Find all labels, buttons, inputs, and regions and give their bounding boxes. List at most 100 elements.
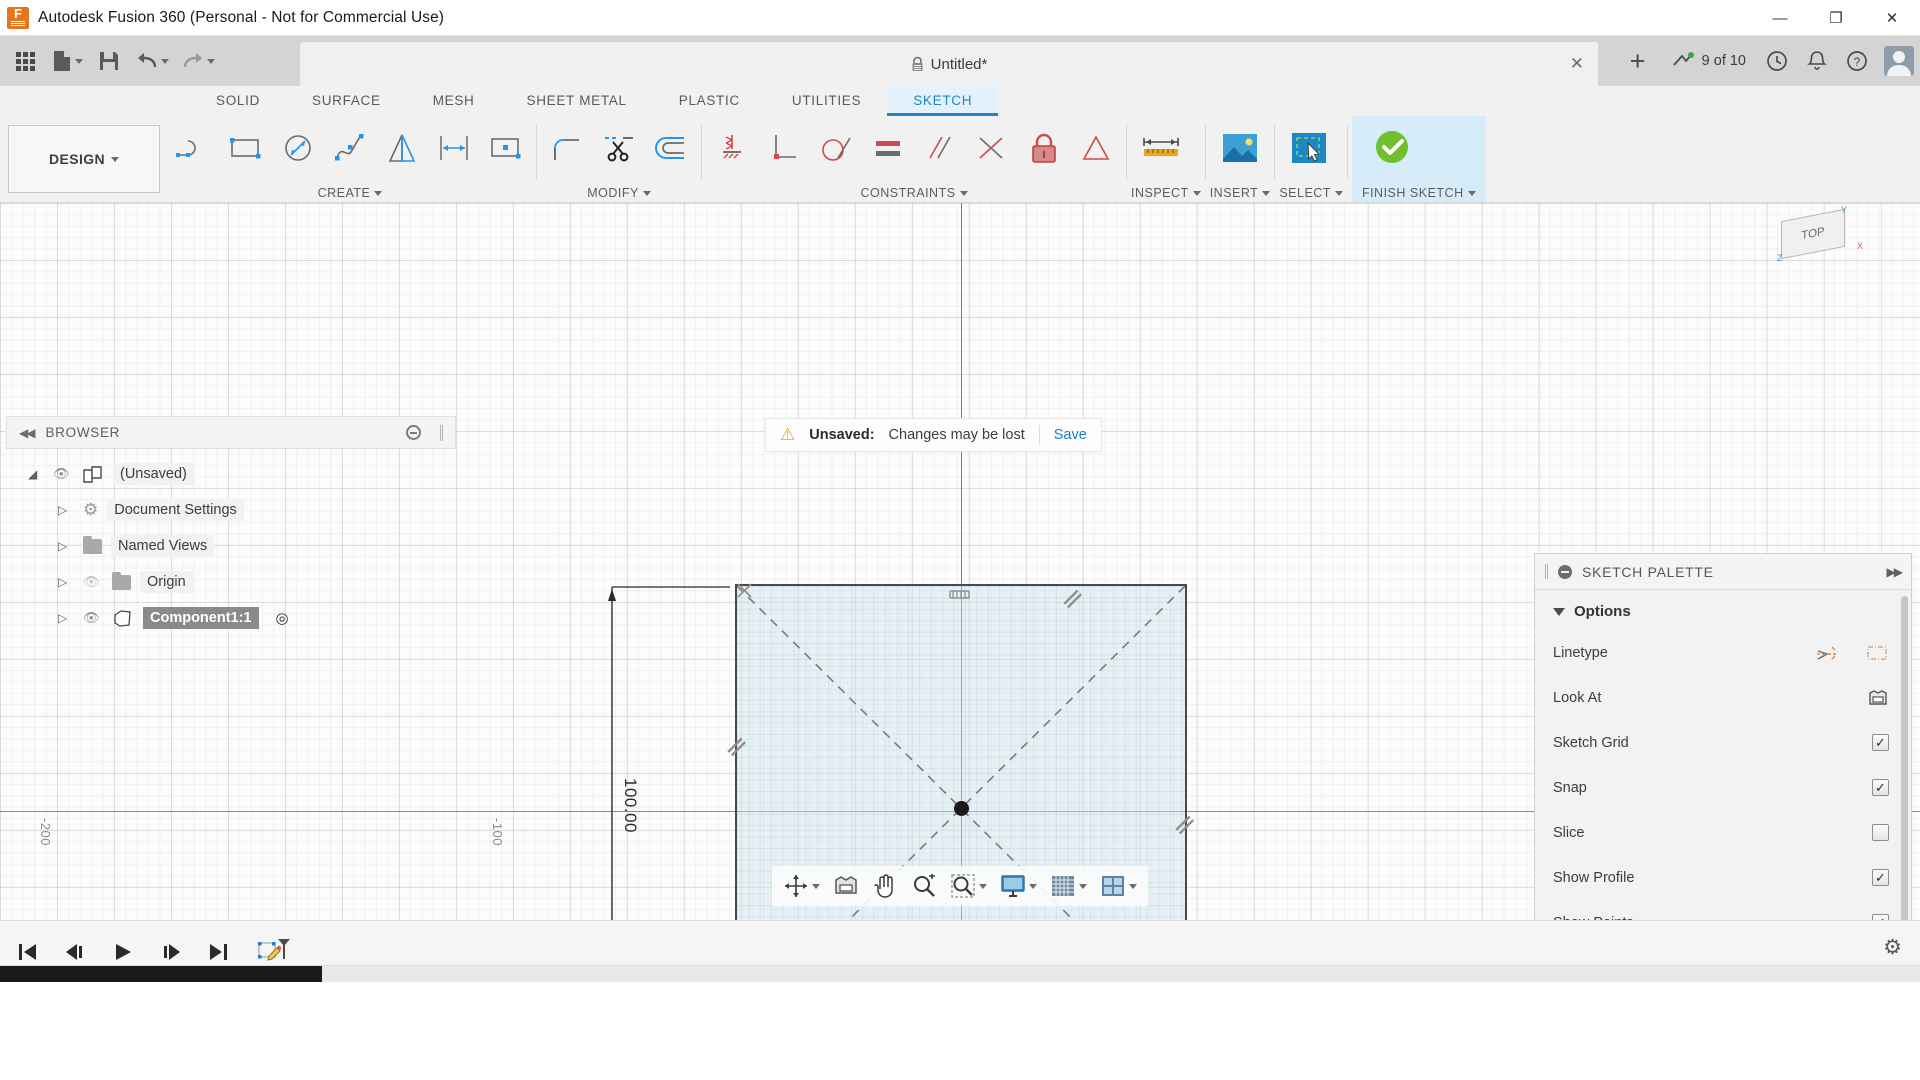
chevron-down-icon[interactable] bbox=[1468, 191, 1476, 196]
new-document-button[interactable] bbox=[46, 41, 88, 81]
expand-arrow-icon[interactable]: ▷ bbox=[58, 539, 74, 553]
select-window-icon[interactable] bbox=[1279, 120, 1339, 176]
tab-sketch[interactable]: SKETCH bbox=[887, 86, 998, 116]
chevron-down-icon[interactable] bbox=[643, 191, 651, 196]
checkbox-show-profile[interactable]: ✓ bbox=[1872, 869, 1889, 886]
option-sketch-grid[interactable]: Sketch Grid ✓ bbox=[1535, 720, 1911, 765]
timeline-step-back-button[interactable] bbox=[62, 939, 88, 965]
timeline-go-to-end-button[interactable] bbox=[206, 939, 232, 965]
eye-hidden-icon[interactable]: 👁 bbox=[83, 574, 103, 590]
tree-row-named-views[interactable]: ▷ Named Views bbox=[6, 528, 456, 564]
option-slice[interactable]: Slice bbox=[1535, 810, 1911, 855]
collapse-left-icon[interactable]: ◀◀ bbox=[19, 426, 33, 440]
timeline-scroll-thumb[interactable] bbox=[0, 966, 322, 982]
document-tab-close-button[interactable]: ✕ bbox=[1570, 54, 1584, 74]
checkbox-slice[interactable] bbox=[1872, 824, 1889, 841]
redo-button[interactable] bbox=[176, 41, 220, 81]
help-button[interactable]: ? bbox=[1838, 41, 1876, 81]
expand-right-icon[interactable]: ▶▶ bbox=[1887, 565, 1901, 579]
palette-drag-handle[interactable] bbox=[1545, 564, 1548, 579]
save-link[interactable]: Save bbox=[1054, 427, 1087, 443]
panel-minimize-icon[interactable] bbox=[406, 425, 421, 440]
look-at-icon[interactable] bbox=[1867, 688, 1889, 708]
option-show-points[interactable]: Show Points ✓ bbox=[1535, 900, 1911, 920]
measure-tool-icon[interactable] bbox=[1131, 120, 1191, 176]
orbit-button[interactable] bbox=[778, 869, 825, 903]
timeline-scroll-strip[interactable] bbox=[0, 965, 1920, 982]
option-snap[interactable]: Snap ✓ bbox=[1535, 765, 1911, 810]
centerline-icon[interactable] bbox=[1865, 643, 1889, 663]
palette-scrollbar[interactable] bbox=[1901, 596, 1908, 920]
save-button[interactable] bbox=[90, 41, 128, 81]
expand-arrow-icon[interactable]: ▷ bbox=[58, 611, 74, 625]
expand-arrow-icon[interactable]: ▷ bbox=[58, 503, 74, 517]
tree-row-document-settings[interactable]: ▷ ⚙ Document Settings bbox=[6, 492, 456, 528]
chevron-down-icon[interactable] bbox=[1262, 191, 1270, 196]
finish-sketch-check-icon[interactable] bbox=[1362, 120, 1422, 176]
eye-visible-icon[interactable]: 👁 bbox=[83, 610, 103, 626]
look-at-button[interactable] bbox=[828, 869, 864, 903]
rectangle-tool-icon[interactable] bbox=[220, 120, 272, 176]
tree-row-unsaved[interactable]: ◢ 👁 (Unsaved) bbox=[6, 456, 456, 492]
view-cube[interactable]: TOP Y X Z bbox=[1781, 215, 1855, 265]
perpendicular-constraint-icon[interactable] bbox=[758, 120, 810, 176]
spline-tool-icon[interactable] bbox=[324, 120, 376, 176]
minimize-button[interactable]: — bbox=[1752, 0, 1808, 36]
user-avatar-icon[interactable] bbox=[1884, 46, 1914, 76]
canvas-viewport[interactable]: -200 -100 100.00 100.00 TO bbox=[0, 203, 1920, 920]
circle-tool-icon[interactable] bbox=[272, 120, 324, 176]
height-dimension-label[interactable]: 100.00 bbox=[620, 778, 640, 833]
dimension-tool-icon[interactable] bbox=[428, 120, 480, 176]
insert-image-icon[interactable] bbox=[1210, 120, 1270, 176]
tab-surface[interactable]: SURFACE bbox=[286, 86, 407, 116]
line-tool-icon[interactable] bbox=[168, 120, 220, 176]
chevron-down-icon[interactable] bbox=[1193, 191, 1201, 196]
zoom-button[interactable] bbox=[906, 869, 942, 903]
horizontal-vertical-constraint-icon[interactable] bbox=[706, 120, 758, 176]
notifications-button[interactable] bbox=[1798, 41, 1836, 81]
timeline-go-to-beginning-button[interactable] bbox=[14, 939, 40, 965]
apps-grid-button[interactable] bbox=[6, 41, 44, 81]
job-status-button[interactable]: 9 of 10 bbox=[1662, 41, 1756, 81]
construction-line-icon[interactable] bbox=[1815, 643, 1839, 663]
document-tab[interactable]: Untitled* ✕ bbox=[300, 42, 1598, 86]
tab-mesh[interactable]: MESH bbox=[407, 86, 501, 116]
maximize-button[interactable]: ❐ bbox=[1808, 0, 1864, 36]
checkbox-sketch-grid[interactable]: ✓ bbox=[1872, 734, 1889, 751]
timeline-play-button[interactable] bbox=[110, 939, 136, 965]
settings-gear-icon[interactable]: ⚙ bbox=[1883, 935, 1902, 960]
zoom-window-button[interactable] bbox=[945, 869, 992, 903]
chevron-down-icon[interactable] bbox=[1335, 191, 1343, 196]
browser-resize-handle[interactable] bbox=[440, 425, 443, 441]
origin-point[interactable] bbox=[954, 801, 969, 816]
expand-arrow-icon[interactable]: ▷ bbox=[58, 575, 74, 589]
option-show-profile[interactable]: Show Profile ✓ bbox=[1535, 855, 1911, 900]
tree-row-origin[interactable]: ▷ 👁 Origin bbox=[6, 564, 456, 600]
timeline-sketch-feature[interactable] bbox=[254, 939, 294, 965]
grid-snaps-button[interactable] bbox=[1045, 869, 1092, 903]
workspace-design-button[interactable]: DESIGN bbox=[8, 125, 160, 193]
timeline-step-forward-button[interactable] bbox=[158, 939, 184, 965]
rectangular-pattern-icon[interactable] bbox=[480, 120, 532, 176]
tab-utilities[interactable]: UTILITIES bbox=[766, 86, 887, 116]
symmetry-constraint-icon[interactable] bbox=[1070, 120, 1122, 176]
midpoint-constraint-icon[interactable] bbox=[966, 120, 1018, 176]
view-cube-face-top[interactable]: TOP bbox=[1781, 209, 1845, 259]
fix-constraint-icon[interactable] bbox=[1018, 120, 1070, 176]
eye-visible-icon[interactable]: 👁 bbox=[53, 466, 73, 482]
component-activate-radio[interactable]: ◎ bbox=[276, 609, 289, 627]
tab-solid[interactable]: SOLID bbox=[190, 86, 286, 116]
panel-minimize-icon[interactable] bbox=[1558, 565, 1572, 579]
undo-button[interactable] bbox=[130, 41, 174, 81]
equal-constraint-icon[interactable] bbox=[862, 120, 914, 176]
tree-row-component1[interactable]: ▷ 👁 Component1:1 ◎ bbox=[6, 600, 456, 636]
checkbox-snap[interactable]: ✓ bbox=[1872, 779, 1889, 796]
close-button[interactable]: ✕ bbox=[1864, 0, 1920, 36]
viewports-button[interactable] bbox=[1095, 869, 1142, 903]
tab-sheet-metal[interactable]: SHEET METAL bbox=[501, 86, 653, 116]
mirror-tool-icon[interactable] bbox=[376, 120, 428, 176]
tangent-constraint-icon[interactable] bbox=[810, 120, 862, 176]
chevron-down-icon[interactable] bbox=[374, 191, 382, 196]
expand-arrow-icon[interactable]: ◢ bbox=[28, 467, 44, 481]
new-tab-button[interactable]: + bbox=[1616, 39, 1660, 83]
